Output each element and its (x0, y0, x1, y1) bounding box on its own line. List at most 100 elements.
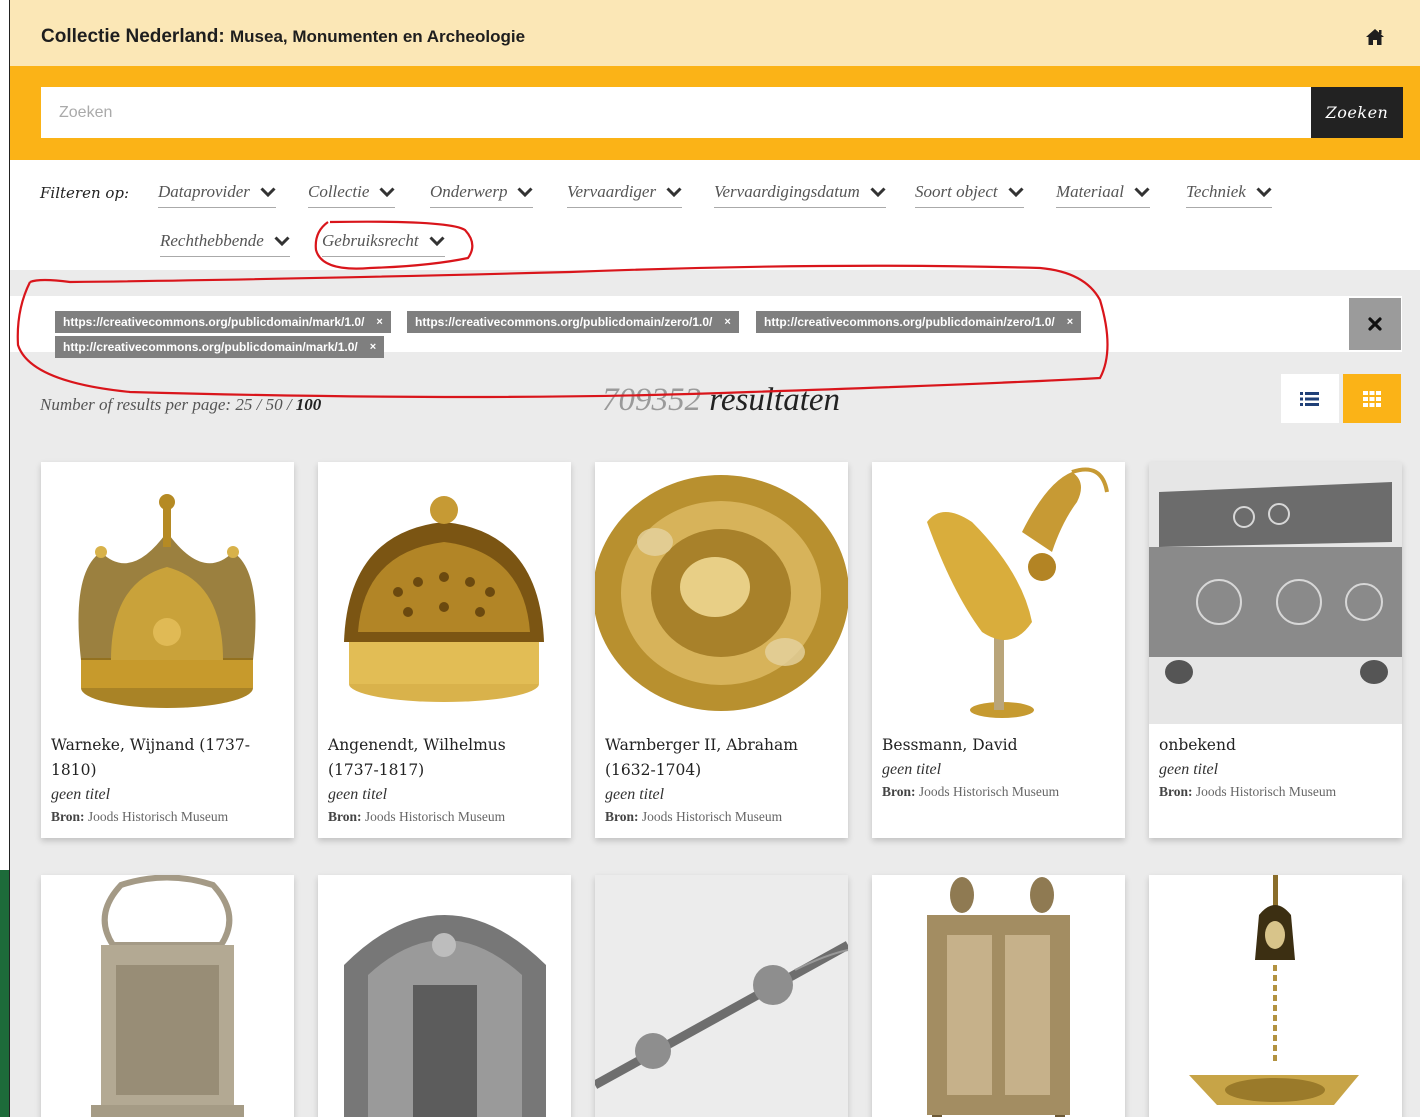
per-page-separator: / (286, 395, 292, 414)
filter-dataprovider[interactable]: Dataprovider (158, 181, 276, 208)
filter-rechthebbende[interactable]: Rechthebbende (160, 230, 290, 257)
grid-icon (1363, 390, 1381, 407)
object-image-silver-shrine[interactable] (318, 875, 571, 1117)
filter-materiaal[interactable]: Materiaal (1056, 181, 1150, 208)
site-title[interactable]: Collectie Nederland: Musea, Monumenten e… (41, 26, 525, 48)
filter-materiaal-label: Materiaal (1056, 182, 1124, 201)
chevron-down-icon (517, 187, 534, 197)
card-source-label: Bron: (1159, 784, 1193, 799)
filter-dataprovider-label: Dataprovider (158, 182, 250, 201)
card-source-value: Joods Historisch Museum (641, 809, 783, 824)
result-card[interactable]: Warneke, Wijnand (1737-1810) geen titel … (41, 462, 294, 838)
object-image-crown[interactable] (41, 462, 294, 724)
remove-tag-icon[interactable]: × (1067, 316, 1073, 328)
object-image-hanging-lamp[interactable] (1149, 875, 1402, 1117)
object-image-crown-cap[interactable] (318, 462, 571, 724)
header: Collectie Nederland: Musea, Monumenten e… (10, 0, 1420, 66)
filter-tag-label: https://creativecommons.org/publicdomain… (415, 315, 713, 329)
filter-rechthebbende-label: Rechthebbende (160, 231, 264, 250)
search-button[interactable]: Zoeken (1311, 87, 1403, 138)
brand-sub: Musea, Monumenten en Archeologie (230, 27, 526, 46)
object-image-filigree-box[interactable] (1149, 462, 1402, 724)
card-source-value: Joods Historisch Museum (918, 784, 1060, 799)
result-card[interactable]: Bessmann, David geen titel Bron: Joods H… (872, 462, 1125, 838)
filter-label: Filteren op: (40, 184, 130, 202)
per-page-label: Number of results per page: (40, 395, 232, 414)
result-card[interactable] (1149, 875, 1402, 1117)
chevron-down-icon (260, 187, 276, 197)
card-source: Bron: Joods Historisch Museum (1159, 782, 1392, 802)
per-page-25[interactable]: 25 (235, 395, 252, 414)
card-maker[interactable]: Bessmann, David (882, 733, 1115, 758)
search-input[interactable] (41, 87, 1311, 138)
card-maker[interactable]: Angenendt, Wilhelmus (1737-1817) (328, 733, 561, 783)
object-image-silver-pointer[interactable] (595, 875, 848, 1117)
clear-filters-button[interactable] (1349, 298, 1401, 350)
results-label: resultaten (709, 382, 841, 418)
card-source-label: Bron: (328, 809, 362, 824)
filter-tag-label: http://creativecommons.org/publicdomain/… (63, 340, 358, 354)
result-card[interactable] (318, 875, 571, 1117)
filter-gebruiksrecht[interactable]: Gebruiksrecht (322, 230, 445, 257)
chevron-down-icon (429, 236, 445, 246)
results-number: 709352 (602, 382, 701, 418)
card-source-value: Joods Historisch Museum (364, 809, 506, 824)
object-image-torah-case[interactable] (872, 875, 1125, 1117)
remove-tag-icon[interactable]: × (370, 341, 376, 353)
list-icon (1300, 391, 1319, 406)
card-source-label: Bron: (51, 809, 85, 824)
filter-onderwerp[interactable]: Onderwerp (430, 181, 534, 208)
filter-vervaardiger-label: Vervaardiger (567, 182, 657, 201)
grid-view-button[interactable] (1343, 374, 1401, 423)
result-card[interactable] (872, 875, 1125, 1117)
filter-tag[interactable]: https://creativecommons.org/publicdomain… (407, 311, 739, 333)
filter-techniek[interactable]: Techniek (1186, 181, 1272, 208)
card-source-label: Bron: (882, 784, 916, 799)
filter-collectie[interactable]: Collectie (308, 181, 396, 208)
object-image-nautilus-cup[interactable] (872, 462, 1125, 724)
object-image-plate[interactable] (595, 462, 848, 724)
filter-tag[interactable]: https://creativecommons.org/publicdomain… (55, 311, 391, 333)
remove-tag-icon[interactable]: × (724, 316, 730, 328)
card-source-label: Bron: (605, 809, 639, 824)
filter-gebruiksrecht-label: Gebruiksrecht (322, 231, 419, 250)
card-maker[interactable]: onbekend (1159, 733, 1392, 758)
card-source: Bron: Joods Historisch Museum (328, 807, 561, 827)
close-icon (1368, 317, 1382, 331)
list-view-button[interactable] (1281, 374, 1339, 423)
filter-collectie-label: Collectie (308, 182, 370, 201)
card-source: Bron: Joods Historisch Museum (882, 782, 1115, 802)
chevron-down-icon (1256, 187, 1272, 197)
filter-onderwerp-label: Onderwerp (430, 182, 508, 201)
card-source-value: Joods Historisch Museum (1195, 784, 1337, 799)
result-card[interactable] (41, 875, 294, 1117)
result-card[interactable]: Warnberger II, Abraham (1632-1704) geen … (595, 462, 848, 838)
result-card[interactable] (595, 875, 848, 1117)
card-title: geen titel (605, 786, 665, 803)
filter-tag-label: http://creativecommons.org/publicdomain/… (764, 315, 1055, 329)
filter-tag[interactable]: http://creativecommons.org/publicdomain/… (756, 311, 1082, 333)
result-card[interactable]: onbekend geen titel Bron: Joods Historis… (1149, 462, 1402, 838)
filter-vervaardiger[interactable]: Vervaardiger (567, 181, 683, 208)
filter-soort-object-label: Soort object (915, 182, 998, 201)
per-page-100[interactable]: 100 (296, 395, 322, 414)
remove-tag-icon[interactable]: × (376, 316, 382, 328)
per-page-50[interactable]: 50 (266, 395, 283, 414)
chevron-down-icon (379, 187, 395, 197)
result-card[interactable]: Angenendt, Wilhelmus (1737-1817) geen ti… (318, 462, 571, 838)
page: Collectie Nederland: Musea, Monumenten e… (10, 0, 1420, 1117)
card-title: geen titel (1159, 761, 1219, 778)
card-title: geen titel (51, 786, 111, 803)
object-image-silver-plaque[interactable] (41, 875, 294, 1117)
card-maker[interactable]: Warnberger II, Abraham (1632-1704) (605, 733, 838, 783)
filter-vervaardigingsdatum-label: Vervaardigingsdatum (714, 182, 860, 201)
card-maker[interactable]: Warneke, Wijnand (1737-1810) (51, 733, 284, 783)
results-per-page: Number of results per page: 25 / 50 / 10… (40, 395, 321, 415)
chevron-down-icon (1008, 187, 1024, 197)
filter-bar: Filteren op: Dataprovider Collectie Onde… (10, 160, 1420, 270)
filter-soort-object[interactable]: Soort object (915, 181, 1024, 208)
filter-vervaardigingsdatum[interactable]: Vervaardigingsdatum (714, 181, 886, 208)
filter-tag-label: https://creativecommons.org/publicdomain… (63, 315, 365, 329)
filter-tag[interactable]: http://creativecommons.org/publicdomain/… (55, 336, 385, 358)
home-icon[interactable] (1365, 28, 1385, 46)
